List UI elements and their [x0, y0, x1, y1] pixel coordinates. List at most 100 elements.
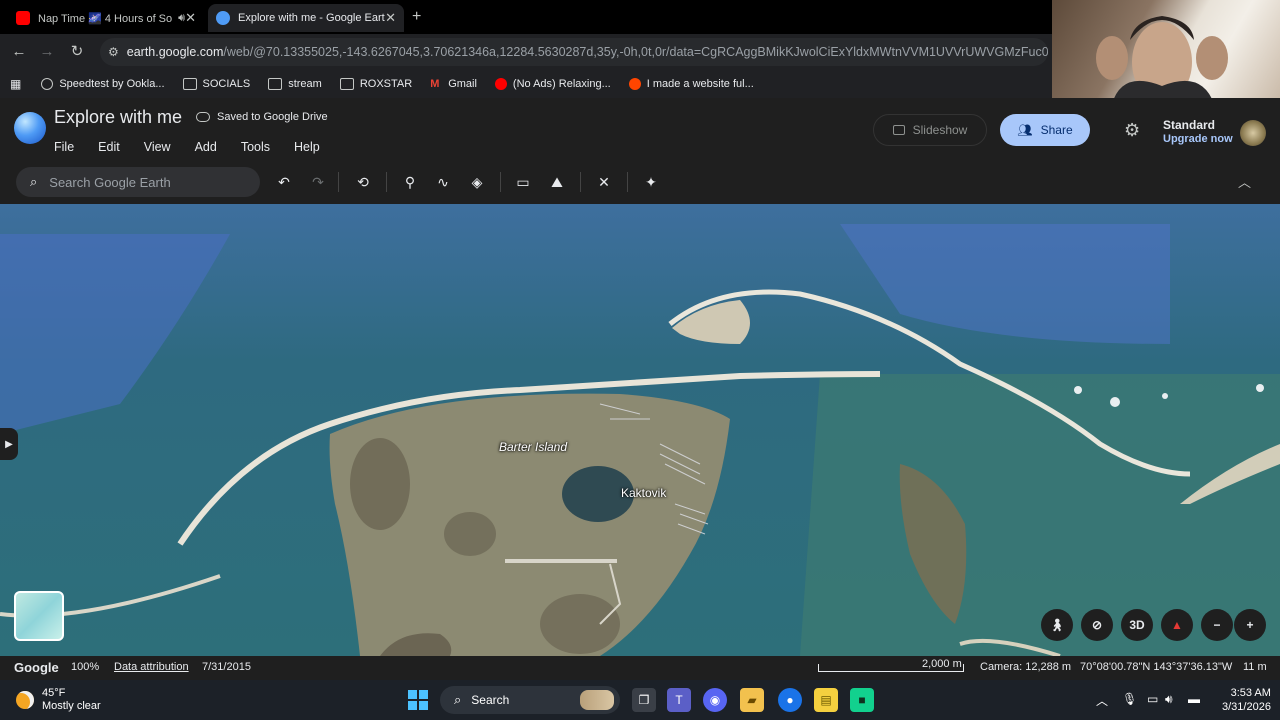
google-earth-logo[interactable] [14, 112, 46, 144]
task-view-icon[interactable]: ❐ [632, 688, 656, 712]
ai-sparkle-icon[interactable]: ✦ [641, 172, 661, 192]
earth-map-viewport[interactable]: Barter Island Kaktovik ▶ 🚶︎ ⊘ 3D ▲ − + [0, 204, 1280, 656]
webcam-overlay [1052, 0, 1280, 104]
chrome-icon[interactable]: ● [778, 688, 802, 712]
bookmark-gmail[interactable]: M Gmail [430, 78, 477, 90]
menu-edit[interactable]: Edit [98, 140, 120, 154]
menu-view[interactable]: View [144, 140, 171, 154]
bookmark-relaxing[interactable]: (No Ads) Relaxing... [494, 78, 611, 90]
toggle-tilt-icon[interactable]: ⊘ [1081, 609, 1113, 641]
draw-path-icon[interactable]: ∿ [433, 172, 453, 192]
settings-gear-icon[interactable]: ⚙ [1124, 120, 1140, 141]
history-icon[interactable]: ⟲ [353, 172, 373, 192]
windows-start-icon[interactable] [408, 690, 428, 710]
webcam-person-image [1096, 16, 1228, 104]
bookmark-label: stream [288, 78, 322, 90]
ground-elevation: 11 m [1243, 661, 1267, 673]
taskbar-search[interactable]: ⌕ Search [440, 686, 620, 714]
data-attribution-link[interactable]: Data attribution [114, 661, 189, 673]
discord-icon[interactable]: ◉ [703, 688, 727, 712]
compass-icon[interactable]: ▲ [1161, 609, 1193, 641]
bookmark-website[interactable]: I made a website ful... [628, 78, 754, 90]
google-logo: Google [14, 660, 59, 675]
redo-icon[interactable]: ↷ [308, 172, 328, 192]
satellite-icon[interactable]: ✕ [594, 172, 614, 192]
layers-icon[interactable]: ◈ [467, 172, 487, 192]
project-title[interactable]: Explore with me [54, 107, 182, 128]
toolbar-divider [580, 172, 581, 192]
tray-overflow-chevron-icon[interactable]: ︿ [1096, 692, 1108, 709]
forward-arrow-icon[interactable]: → [38, 43, 56, 61]
reddit-icon [628, 78, 641, 90]
system-clock[interactable]: 3:53 AM 3/31/2026 [1222, 686, 1271, 714]
search-highlight-image [580, 690, 614, 710]
clock-time: 3:53 AM [1230, 687, 1271, 699]
bookmark-stream[interactable]: stream [268, 78, 322, 90]
toggle-3d-button[interactable]: 3D [1121, 609, 1153, 641]
microphone-icon[interactable]: 🎙︎ [1122, 692, 1137, 706]
weather-widget[interactable]: 45°F Mostly clear [16, 687, 101, 713]
bookmark-socials[interactable]: SOCIALS [182, 78, 251, 90]
battery-icon[interactable]: ▬ [1188, 692, 1200, 706]
weather-condition: Mostly clear [42, 700, 101, 712]
apps-grid-icon[interactable]: ▦ [10, 77, 21, 91]
tab-nap-time[interactable]: Nap Time 🌌 4 Hours of So 🔊︎ ✕ [8, 4, 204, 32]
browser-toolbar: ← → ↻ ⚙ earth.google.com /web/@70.133550… [0, 34, 1052, 70]
folder-icon [268, 78, 283, 90]
network-icon[interactable]: ▭ [1147, 692, 1158, 706]
cloud-saved-icon [196, 112, 210, 122]
zoom-out-icon[interactable]: − [1201, 609, 1233, 641]
camera-altitude: Camera: 12,288 m [980, 661, 1072, 673]
sticky-notes-icon[interactable]: ▤ [814, 688, 838, 712]
placemark-pin-icon[interactable]: ⚲ [400, 172, 420, 192]
expand-panel-chevron-right-icon[interactable]: ▶ [0, 428, 18, 460]
url-host: earth.google.com [126, 45, 224, 59]
teams-icon[interactable]: T [667, 688, 691, 712]
temperature: 45°F [42, 687, 66, 699]
address-bar[interactable]: ⚙ earth.google.com /web/@70.13355025,-14… [100, 38, 1048, 66]
file-explorer-icon[interactable]: ▰ [740, 688, 764, 712]
volume-icon[interactable]: 🔊︎ [1165, 692, 1173, 707]
reload-icon[interactable]: ↻ [68, 43, 86, 61]
new-tab-icon[interactable]: + [412, 8, 421, 26]
close-tab-icon[interactable]: ✕ [185, 10, 196, 26]
pegman-street-view-icon[interactable]: 🚶︎ [1041, 609, 1073, 641]
search-input[interactable] [49, 174, 240, 190]
back-arrow-icon[interactable]: ← [10, 43, 28, 61]
undo-icon[interactable]: ↶ [274, 172, 294, 192]
elevation-profile-icon[interactable]: ⛰︎ [547, 172, 567, 192]
tab-google-earth[interactable]: Explore with me - Google Earth ✕ [208, 4, 404, 32]
menu-bar: File Edit View Add Tools Help [54, 140, 344, 154]
zoom-level[interactable]: 100% [71, 661, 99, 673]
app-icon[interactable]: ■ [850, 688, 874, 712]
menu-file[interactable]: File [54, 140, 74, 154]
moon-weather-icon [16, 691, 34, 709]
menu-add[interactable]: Add [195, 140, 217, 154]
speaker-icon[interactable]: 🔊︎ [178, 12, 185, 25]
bookmark-label: ROXSTAR [359, 78, 413, 90]
map-label-barter-island: Barter Island [499, 440, 568, 454]
menu-help[interactable]: Help [294, 140, 320, 154]
bookmark-roxstar[interactable]: ROXSTAR [339, 78, 413, 90]
bookmark-label: SOCIALS [202, 78, 251, 90]
map-style-thumbnail[interactable] [14, 591, 64, 641]
save-status: Saved to Google Drive [196, 111, 328, 123]
menu-tools[interactable]: Tools [241, 140, 270, 154]
slideshow-button[interactable]: Slideshow [873, 114, 987, 146]
close-tab-icon[interactable]: ✕ [385, 10, 396, 26]
upgrade-link[interactable]: Upgrade now [1163, 132, 1233, 146]
map-label-kaktovik[interactable]: Kaktovik [621, 486, 666, 500]
share-button[interactable]: 👥︎ Share [1000, 114, 1090, 146]
google-earth-favicon-icon [216, 11, 230, 25]
measure-ruler-icon[interactable]: ▭ [513, 172, 533, 192]
zoom-in-icon[interactable]: + [1234, 609, 1266, 641]
imagery-date: 7/31/2015 [202, 661, 251, 673]
site-info-icon[interactable]: ⚙ [108, 45, 119, 59]
satellite-imagery[interactable] [0, 204, 1280, 656]
people-icon: 👥︎ [1017, 123, 1033, 137]
scale-bar[interactable] [818, 664, 964, 672]
bookmark-speedtest[interactable]: Speedtest by Ookla... [41, 78, 165, 90]
account-avatar[interactable] [1240, 120, 1266, 146]
url-path: /web/@70.13355025,-143.6267045,3.7062134… [223, 45, 1048, 59]
collapse-chevron-up-icon[interactable]: ︿ [1238, 172, 1251, 191]
